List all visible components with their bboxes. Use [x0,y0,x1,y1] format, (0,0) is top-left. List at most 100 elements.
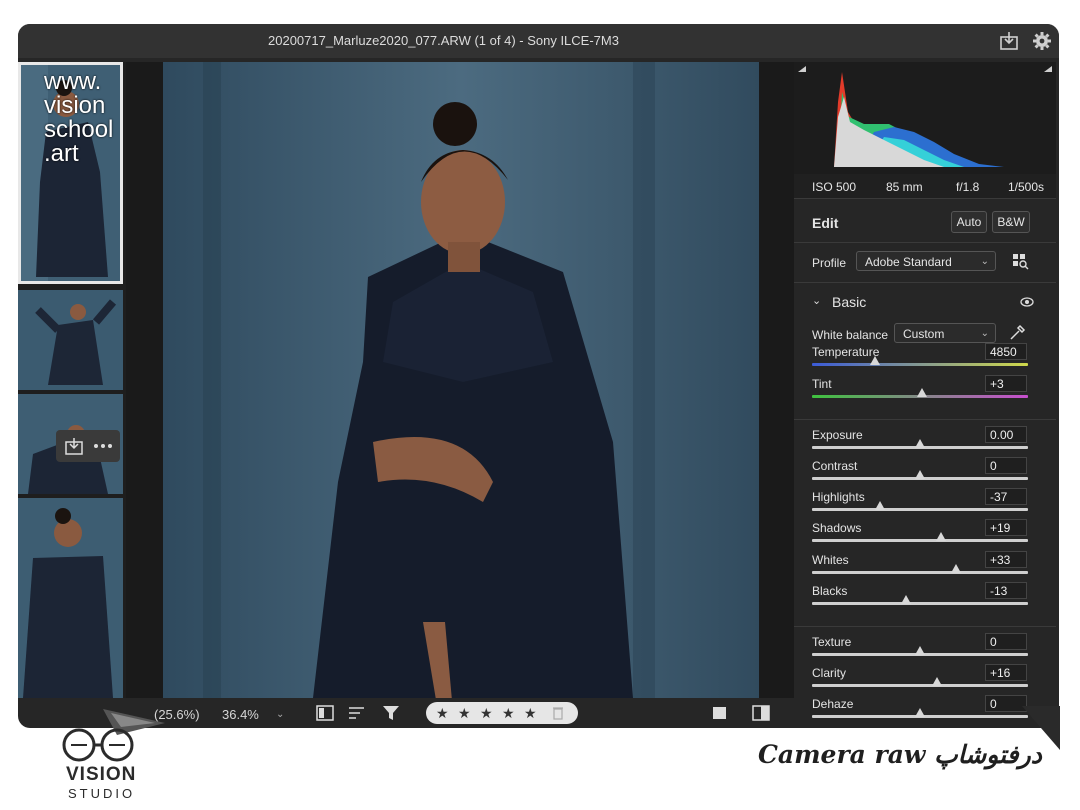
bw-button[interactable]: B&W [992,211,1030,233]
slider-label: Whites [812,553,849,567]
slider-highlights[interactable]: Highlights -37 [794,488,1056,519]
trash-icon[interactable] [552,706,564,720]
chevron-down-icon: ⌄ [980,256,989,267]
slider-label: Contrast [812,459,858,473]
slider-handle[interactable] [935,532,946,541]
divider [794,419,1056,420]
slider-handle[interactable] [900,595,911,604]
slider-contrast[interactable]: Contrast 0 [794,457,1056,488]
slider-temperature[interactable]: Temperature 4850 [794,343,1056,374]
edit-title: Edit [812,215,839,231]
slider-value-input[interactable]: -37 [985,488,1027,505]
white-balance-value: Custom [903,327,945,341]
slider-value-input[interactable]: 0 [985,457,1027,474]
more-icon[interactable] [92,436,114,456]
profile-select[interactable]: Adobe Standard ⌄ [856,251,996,271]
save-icon[interactable] [998,30,1020,52]
star-icon[interactable]: ★ [524,705,537,722]
window-title: 20200717_Marluze2020_077.ARW (1 of 4) - … [268,33,619,48]
slider-texture[interactable]: Texture 0 [794,633,1056,664]
slider-label: Shadows [812,521,862,535]
white-balance-label: White balance [812,328,889,342]
exif-iso: ISO 500 [812,180,857,194]
exif-aperture: f/1.8 [956,180,980,194]
exif-info: ISO 500 85 mm f/1.8 1/500s [794,174,1056,198]
profile-value: Adobe Standard [865,255,952,269]
view-mode-icon[interactable] [712,706,728,720]
main-photo [163,62,759,698]
star-icon[interactable]: ★ [502,705,515,722]
camera-raw-window: 20200717_Marluze2020_077.ARW (1 of 4) - … [18,24,1059,728]
slider-value-input[interactable]: +3 [985,375,1027,392]
slider-handle[interactable] [915,646,925,655]
filmstrip-toggle-icon[interactable] [316,705,334,721]
logo-word: VISION [66,764,137,785]
slider-handle[interactable] [950,564,961,573]
footer-caption: Camera raw درفتوشاپ [758,740,1042,769]
slider-handle[interactable] [915,470,925,479]
eyedropper-icon[interactable] [1008,324,1026,342]
rating-stars[interactable]: ★ ★ ★ ★ ★ [426,702,578,724]
slider-exposure[interactable]: Exposure 0.00 [794,426,1056,457]
zoom-chevron-icon[interactable]: ⌄ [276,709,284,720]
filmstrip-thumbnail[interactable] [18,290,123,390]
watermark-line: school [44,116,114,143]
slider-shadows[interactable]: Shadows +19 [794,519,1056,550]
basic-section-title[interactable]: Basic [832,294,866,310]
star-icon[interactable]: ★ [458,705,471,722]
slider-whites[interactable]: Whites +33 [794,551,1056,582]
slider-track[interactable] [812,508,1028,511]
filmstrip-thumbnail[interactable] [18,498,123,698]
divider [794,198,1056,199]
image-canvas[interactable] [126,62,798,698]
filter-icon[interactable] [382,705,400,721]
slider-value-input[interactable]: +16 [985,664,1027,681]
slider-track[interactable] [812,539,1028,542]
slider-value-input[interactable]: +19 [985,519,1027,536]
slider-handle[interactable] [917,388,928,397]
slider-tint[interactable]: Tint +3 [794,375,1056,406]
slider-handle[interactable] [869,356,880,365]
auto-button[interactable]: Auto [951,211,987,233]
slider-track[interactable] [812,684,1028,687]
slider-dehaze[interactable]: Dehaze 0 [794,695,1056,726]
logo-subword: STUDIO [68,786,136,801]
chevron-down-icon[interactable]: ⌄ [812,294,821,307]
slider-handle[interactable] [875,501,886,510]
slider-value-input[interactable]: +33 [985,551,1027,568]
slider-value-input[interactable]: 0.00 [985,426,1027,443]
slider-value-input[interactable]: -13 [985,582,1027,599]
slider-value-input[interactable]: 0 [985,695,1027,712]
histogram [794,62,1056,174]
eye-icon[interactable] [1020,296,1034,308]
slider-blacks[interactable]: Blacks -13 [794,582,1056,613]
slider-handle[interactable] [915,708,925,717]
title-bar: 20200717_Marluze2020_077.ARW (1 of 4) - … [18,24,1059,58]
slider-handle[interactable] [915,439,925,448]
slider-label: Texture [812,635,852,649]
exif-focal-length: 85 mm [886,180,923,194]
slider-track[interactable] [812,363,1028,366]
white-balance-select[interactable]: Custom ⌄ [894,323,996,343]
profile-browser-icon[interactable] [1012,253,1030,271]
thumbnail-actions [56,430,120,462]
slider-value-input[interactable]: 0 [985,633,1027,650]
import-icon[interactable] [64,436,84,456]
watermark-line: .art [44,140,79,167]
chevron-down-icon: ⌄ [980,328,989,339]
zoom-level[interactable]: 36.4% [222,707,259,722]
star-icon[interactable]: ★ [480,705,493,722]
bottom-toolbar: (25.6%) 36.4% ⌄ ★ ★ ★ ★ ★ [126,698,798,728]
slider-label: Tint [812,377,832,391]
slider-handle[interactable] [932,677,943,686]
slider-value-input[interactable]: 4850 [985,343,1027,360]
slider-track[interactable] [812,602,1028,605]
watermark-line: vision [44,92,106,119]
slider-track[interactable] [812,571,1028,574]
star-icon[interactable]: ★ [436,705,449,722]
slider-clarity[interactable]: Clarity +16 [794,664,1056,695]
sort-icon[interactable] [348,706,366,720]
before-after-icon[interactable] [752,705,770,721]
gear-icon[interactable] [1031,30,1053,52]
divider [794,282,1056,283]
